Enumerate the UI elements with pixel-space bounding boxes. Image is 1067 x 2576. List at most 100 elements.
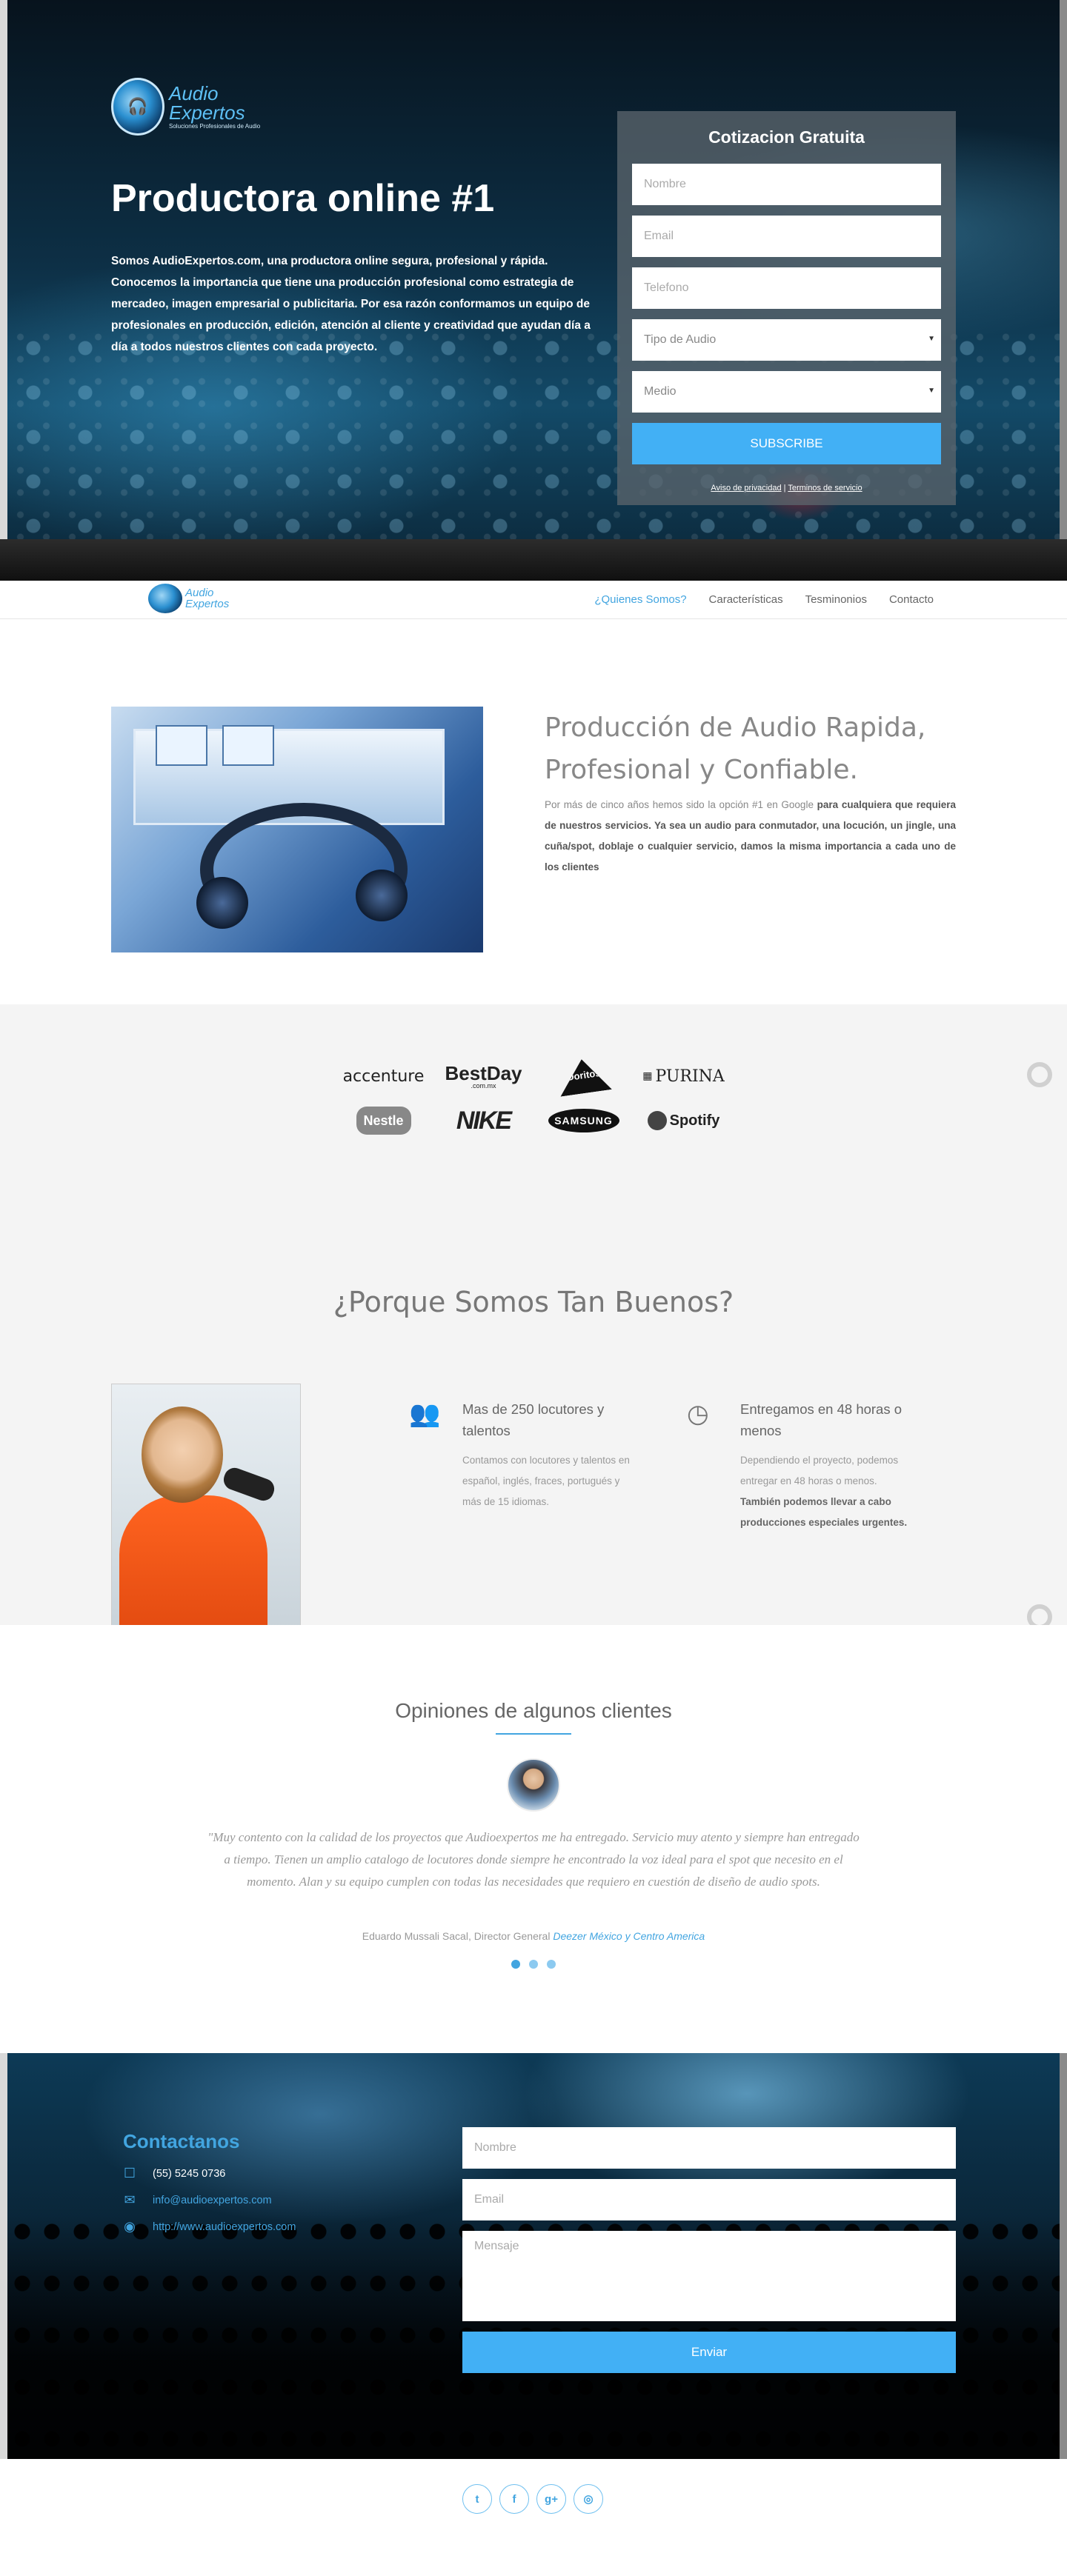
mail-icon: ✉ xyxy=(124,2192,136,2207)
headphone-cup-right xyxy=(356,870,408,921)
carousel-dots xyxy=(511,1960,556,1969)
google-plus-icon[interactable]: g+ xyxy=(536,2484,566,2514)
bestday-logo: BestDay .com.mx xyxy=(433,1058,534,1095)
contact-message-textarea[interactable]: Mensaje xyxy=(462,2231,956,2321)
phone-icon: ☐ xyxy=(123,2166,136,2180)
social-links: t f g+ ◎ xyxy=(462,2484,603,2514)
nav-menu: ¿Quienes Somos? Características Tesminon… xyxy=(594,593,934,606)
testimonials-title: Opiniones de algunos clientes xyxy=(395,1699,672,1722)
photo-body xyxy=(119,1495,267,1627)
purina-checker-icon: ▦ xyxy=(642,1070,653,1082)
doritos-logo: Doritos xyxy=(534,1058,634,1095)
carousel-dot-1[interactable] xyxy=(511,1960,520,1969)
samsung-logo: SAMSUNG xyxy=(534,1102,634,1139)
contact-email-input[interactable]: Email xyxy=(462,2179,956,2220)
contact-phone: ☐ (55) 5245 0736 xyxy=(123,2166,225,2181)
quote-email-placeholder: Email xyxy=(644,230,674,242)
contact-name-placeholder: Nombre xyxy=(474,2141,516,2154)
feature-talents-text-plain: Contamos con locutores y talentos en esp… xyxy=(462,1455,630,1507)
quote-email-input[interactable]: Email xyxy=(632,216,941,257)
audio-type-value: Tipo de Audio xyxy=(644,333,717,346)
testimonial-quote: "Muy contento con la calidad de los proy… xyxy=(207,1830,860,1889)
logo-tagline: Soluciones Profesionales de Audio xyxy=(169,123,261,130)
medium-value: Medio xyxy=(644,385,677,398)
quote-name-placeholder: Nombre xyxy=(644,178,686,190)
hero-description: Somos AudioExpertos.com, una productora … xyxy=(111,255,591,353)
nav-item-testimonios[interactable]: Tesminonios xyxy=(805,593,867,606)
users-icon: 👥 xyxy=(409,1400,441,1428)
testimonials-section: Opiniones de algunos clientes "Muy conte… xyxy=(0,1625,1067,2053)
quote-form: Cotizacion Gratuita Nombre Email Telefon… xyxy=(617,111,956,505)
nav-logo[interactable]: Audio Expertos xyxy=(148,584,229,613)
spotify-icon xyxy=(647,1111,667,1130)
contact-website[interactable]: ◉ http://www.audioexpertos.com xyxy=(123,2219,296,2235)
about-text: Por más de cinco años hemos sido la opci… xyxy=(545,795,956,878)
nav-item-contacto[interactable]: Contacto xyxy=(889,593,934,606)
privacy-link[interactable]: Aviso de privacidad xyxy=(711,484,781,493)
bestday-logo-sub: .com.mx xyxy=(471,1081,496,1090)
logo-text: Audio Expertos Soluciones Profesionales … xyxy=(169,84,260,130)
legal-separator: | xyxy=(783,484,786,493)
nav-logo-line2: Expertos xyxy=(185,598,230,610)
caret-down-icon: ▼ xyxy=(928,387,935,395)
bestday-logo-text: BestDay xyxy=(445,1061,522,1084)
author-name: Eduardo Mussali Sacal, Director General xyxy=(362,1930,554,1942)
carousel-dot-3[interactable] xyxy=(547,1960,556,1969)
clients-section: accenture BestDay .com.mx Doritos ▦ PURINA… xyxy=(0,1004,1067,1629)
feature-delivery-title: Entregamos en 48 horas o menos xyxy=(740,1401,903,1438)
title-underline xyxy=(496,1733,571,1735)
hero-frame-bottom xyxy=(0,539,1067,581)
quote-phone-placeholder: Telefono xyxy=(644,281,689,294)
feature-talents: 👥 Mas de 250 locutores y talentos Contam… xyxy=(409,1398,631,1512)
facebook-icon[interactable]: f xyxy=(499,2484,529,2514)
nav-logo-text: Audio Expertos xyxy=(185,587,229,610)
nav-item-caracteristicas[interactable]: Características xyxy=(709,593,783,606)
nav-logo-line1: Audio xyxy=(185,587,214,599)
quote-phone-input[interactable]: Telefono xyxy=(632,267,941,309)
headphone-cup-left xyxy=(196,877,248,929)
contact-email-placeholder: Email xyxy=(474,2193,505,2206)
feature-delivery: ◷ Entregamos en 48 horas o menos Dependi… xyxy=(687,1398,909,1533)
brand-logo[interactable]: 🎧 Audio Expertos Soluciones Profesionale… xyxy=(111,78,260,136)
testimonial-author: Eduardo Mussali Sacal, Director General … xyxy=(0,1930,1067,1942)
accenture-logo: accenture xyxy=(342,1067,425,1086)
contact-name-input[interactable]: Nombre xyxy=(462,2127,956,2169)
about-section: Producción de Audio Rapida, Profesional … xyxy=(0,619,1067,1004)
author-company-link[interactable]: Deezer México y Centro America xyxy=(553,1930,705,1942)
why-title: ¿Porque Somos Tan Buenos? xyxy=(333,1286,734,1318)
instagram-icon[interactable]: ◎ xyxy=(574,2484,603,2514)
contact-message-placeholder: Mensaje xyxy=(474,2240,519,2252)
purina-logo: ▦ PURINA xyxy=(634,1058,734,1095)
contact-email[interactable]: ✉ info@audioexpertos.com xyxy=(123,2192,271,2208)
terms-link[interactable]: Terminos de servicio xyxy=(788,484,862,493)
legal-links: Aviso de privacidad | Terminos de servic… xyxy=(632,484,941,493)
caret-down-icon: ▼ xyxy=(928,335,935,343)
headphones-logo-icon xyxy=(148,584,182,613)
nav-item-quienes-somos[interactable]: ¿Quienes Somos? xyxy=(594,593,686,606)
twitter-icon[interactable]: t xyxy=(462,2484,492,2514)
main-nav: Audio Expertos ¿Quienes Somos? Caracterí… xyxy=(0,581,1067,619)
scroll-indicator-icon xyxy=(1027,1062,1052,1087)
contact-section: Contactanos ☐ (55) 5245 0736 ✉ info@audioe… xyxy=(0,2053,1067,2459)
contact-website-text: http://www.audioexpertos.com xyxy=(153,2220,296,2233)
nike-logo: NIKE xyxy=(456,1106,512,1135)
hero-frame-left xyxy=(0,0,7,581)
quote-name-input[interactable]: Nombre xyxy=(632,164,941,205)
subscribe-button[interactable]: SUBSCRIBE xyxy=(632,423,941,464)
eye-icon: ◉ xyxy=(124,2219,136,2234)
logo-line1: Audio xyxy=(169,82,219,104)
send-button[interactable]: Enviar xyxy=(462,2332,956,2373)
samsung-logo-text: SAMSUNG xyxy=(548,1109,619,1132)
medium-select[interactable]: Medio ▼ xyxy=(632,371,941,413)
quote-form-title: Cotizacion Gratuita xyxy=(708,127,865,147)
carousel-dot-2[interactable] xyxy=(529,1960,538,1969)
purina-logo-text: PURINA xyxy=(655,1067,725,1086)
spotify-logo-text: Spotify xyxy=(669,1112,720,1129)
hero-frame-right xyxy=(1060,0,1067,581)
contact-frame-right xyxy=(1060,2053,1067,2459)
client-logos: accenture BestDay .com.mx Doritos ▦ PURINA… xyxy=(333,1058,734,1139)
nestle-logo: Nestle xyxy=(333,1102,433,1139)
contact-title: Contactanos xyxy=(123,2130,240,2152)
audio-type-select[interactable]: Tipo de Audio ▼ xyxy=(632,319,941,361)
amplifier-headphones-image xyxy=(111,707,483,952)
